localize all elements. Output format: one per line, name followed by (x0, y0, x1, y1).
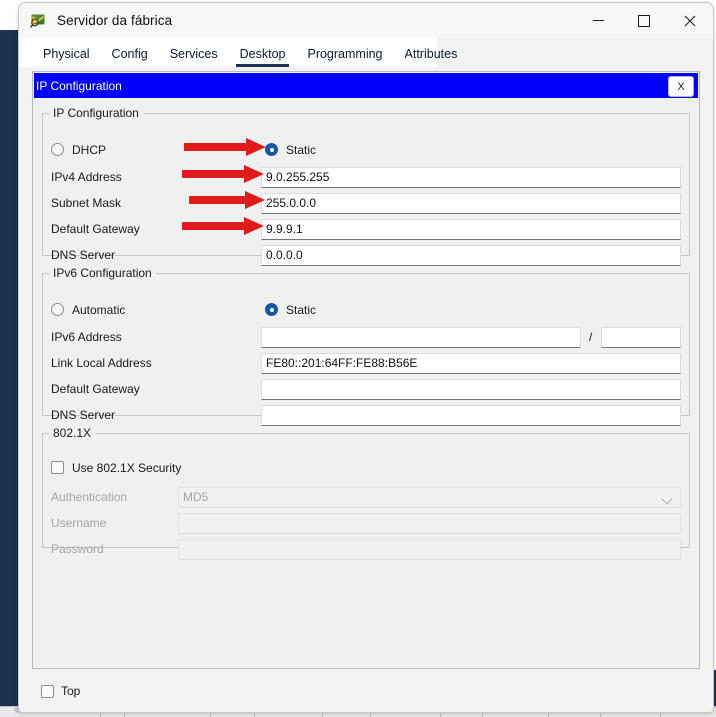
use-802-1x-security-checkbox[interactable] (51, 461, 64, 474)
dot1x-group: 802.1X Use 802.1X Security Authenticatio… (42, 426, 690, 560)
maximize-button[interactable] (621, 3, 667, 38)
authentication-select[interactable]: MD5 (178, 487, 681, 508)
tabstrip: Physical Config Services Desktop Program… (19, 38, 457, 67)
ip-configuration-close-button[interactable]: X (668, 76, 694, 97)
authentication-label: Authentication (51, 490, 128, 504)
ipv6-default-gateway-input[interactable] (261, 379, 681, 400)
ipv6-automatic-radio[interactable] (51, 303, 64, 316)
static-radio[interactable] (265, 143, 278, 156)
tab-programming[interactable]: Programming (296, 47, 393, 67)
ipv6-prefix-length-input[interactable] (601, 327, 681, 348)
link-local-address-label: Link Local Address (51, 356, 152, 370)
annotation-arrow-subnet-mask (189, 191, 265, 209)
packet-tracer-icon (29, 12, 47, 30)
ip-configuration-content: IP Configuration DHCP Static IPv4 Addres… (34, 98, 698, 667)
dhcp-radio[interactable] (51, 143, 64, 156)
dhcp-radio-label: DHCP (72, 143, 107, 157)
ipv6-default-gateway-label: Default Gateway (51, 382, 140, 396)
ipv4-address-input[interactable]: 9.0.255.255 (261, 167, 681, 188)
annotation-arrow-default-gateway (182, 217, 264, 235)
annotation-arrow-ipv4-address (182, 165, 264, 183)
top-checkbox-label: Top (61, 684, 81, 698)
ipv4-dns-server-label: DNS Server (51, 248, 116, 262)
annotation-arrow-static (184, 138, 266, 156)
ipv4-group-legend: IP Configuration (53, 106, 139, 120)
window-controls (575, 3, 713, 38)
ipv6-automatic-radio-label: Automatic (72, 303, 126, 317)
subnet-mask-label: Subnet Mask (51, 196, 122, 210)
dot1x-group-legend: 802.1X (53, 426, 92, 440)
close-icon[interactable] (667, 3, 713, 38)
window-title: Servidor da fábrica (57, 13, 173, 28)
ipv4-dns-server-input[interactable]: 0.0.0.0 (261, 245, 681, 266)
subnet-mask-input[interactable]: 255.0.0.0 (261, 193, 681, 214)
top-checkbox[interactable] (41, 684, 54, 698)
ip-configuration-title: IP Configuration (36, 78, 122, 93)
username-label: Username (51, 516, 107, 530)
ipv6-group: IPv6 Configuration Automatic Static IPv6… (42, 266, 690, 426)
tab-attributes[interactable]: Attributes (394, 47, 469, 67)
link-local-address-input[interactable]: FE80::201:64FF:FE88:B56E (261, 353, 681, 374)
minimize-button[interactable] (575, 3, 621, 38)
ipv4-default-gateway-label: Default Gateway (51, 222, 140, 236)
ipv6-prefix-separator: / (589, 330, 593, 344)
top-checkbox-row: Top (41, 684, 80, 698)
password-input[interactable] (178, 539, 681, 560)
ipv6-dns-server-input[interactable] (261, 405, 681, 426)
device-window: Servidor da fábrica Physical Config Serv… (18, 2, 714, 713)
use-802-1x-security-label: Use 802.1X Security (72, 461, 182, 475)
ipv6-group-legend: IPv6 Configuration (53, 266, 152, 280)
password-label: Password (51, 542, 104, 556)
ipv4-group: IP Configuration DHCP Static IPv4 Addres… (42, 106, 690, 266)
ipv4-default-gateway-input[interactable]: 9.9.9.1 (261, 219, 681, 240)
tab-physical[interactable]: Physical (32, 47, 101, 67)
static-radio-label: Static (286, 143, 317, 157)
ipv6-dns-server-label: DNS Server (51, 408, 116, 422)
window-titlebar: Servidor da fábrica (19, 3, 713, 39)
tab-desktop[interactable]: Desktop (229, 47, 297, 67)
ipv6-static-radio-label: Static (286, 303, 317, 317)
ipv6-static-radio[interactable] (265, 303, 278, 316)
desktop-panel: IP Configuration X IP Configuration DHCP… (32, 71, 700, 669)
username-input[interactable] (178, 513, 681, 534)
ip-configuration-titlebar: IP Configuration X (34, 73, 698, 98)
ipv6-address-label: IPv6 Address (51, 330, 122, 344)
ipv4-address-label: IPv4 Address (51, 170, 122, 184)
tab-config[interactable]: Config (101, 47, 159, 67)
tab-services[interactable]: Services (159, 47, 229, 67)
ipv6-address-input[interactable] (261, 327, 581, 348)
